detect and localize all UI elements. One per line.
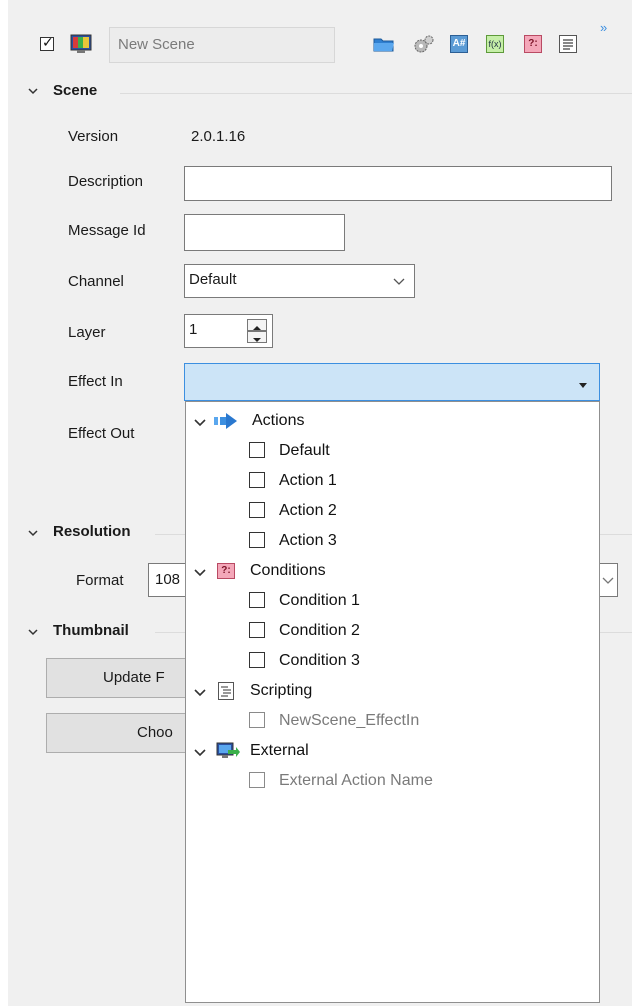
list-item[interactable]: Condition 2 xyxy=(279,616,360,646)
overflow-icon[interactable]: » xyxy=(600,20,607,35)
item-checkbox[interactable] xyxy=(249,592,265,608)
item-checkbox xyxy=(249,712,265,728)
list-item[interactable]: Default xyxy=(279,436,330,466)
resolution-section-header: Resolution xyxy=(53,523,131,540)
format-label: Format xyxy=(76,572,124,589)
effect-in-dropdown-popup[interactable]: Actions Default Action 1 Action 2 Action… xyxy=(185,401,600,1003)
script-icon[interactable] xyxy=(559,35,577,53)
actions-chevron-down-icon[interactable] xyxy=(193,416,207,428)
thumbnail-divider xyxy=(155,632,185,633)
resolution-chevron-down-icon[interactable] xyxy=(26,526,40,540)
scene-divider xyxy=(120,93,632,94)
effect-in-label: Effect In xyxy=(68,373,123,390)
thumbnail-section-header: Thumbnail xyxy=(53,622,129,639)
effect-out-label: Effect Out xyxy=(68,425,135,442)
thumbnail-divider-right xyxy=(600,632,632,633)
scripting-chevron-down-icon[interactable] xyxy=(193,686,207,698)
effect-in-dropdown[interactable] xyxy=(184,363,600,401)
message-id-input[interactable] xyxy=(184,214,345,251)
scene-section-header: Scene xyxy=(53,82,98,99)
version-value: 2.0.1.16 xyxy=(191,128,246,145)
item-checkbox[interactable] xyxy=(249,472,265,488)
dropdown-arrow-icon xyxy=(577,377,589,388)
gear-icon[interactable] xyxy=(412,33,436,55)
layer-increment-button[interactable] xyxy=(247,319,267,331)
group-label: External xyxy=(250,742,309,759)
group-label: Conditions xyxy=(250,562,326,579)
layer-value: 1 xyxy=(189,321,198,338)
resolution-divider xyxy=(155,534,185,535)
update-thumbnail-label: Update F xyxy=(103,669,165,686)
channel-select[interactable]: Default xyxy=(184,264,415,298)
channel-select-value: Default xyxy=(189,271,237,288)
conditions-chevron-down-icon[interactable] xyxy=(193,566,207,578)
window-edge xyxy=(0,0,8,1006)
function-icon[interactable]: f(x) xyxy=(486,35,504,53)
item-checkbox[interactable] xyxy=(249,442,265,458)
scene-chevron-down-icon[interactable] xyxy=(26,84,40,98)
item-checkbox[interactable] xyxy=(249,652,265,668)
group-label: Actions xyxy=(252,412,305,429)
condition-icon: ?: xyxy=(217,563,235,579)
resolution-divider-right xyxy=(600,534,632,535)
format-value: 108 xyxy=(155,571,181,588)
external-chevron-down-icon[interactable] xyxy=(193,746,207,758)
layer-spinner[interactable]: 1 xyxy=(184,314,273,348)
list-item[interactable]: Action 2 xyxy=(279,496,337,526)
layer-decrement-button[interactable] xyxy=(247,331,267,343)
channel-label: Channel xyxy=(68,273,124,290)
message-id-label: Message Id xyxy=(68,222,146,239)
text-field-icon[interactable]: A# xyxy=(450,35,468,53)
item-checkbox[interactable] xyxy=(249,532,265,548)
arrow-icon xyxy=(213,412,241,430)
item-checkbox xyxy=(249,772,265,788)
script-icon xyxy=(218,682,234,700)
list-item[interactable]: Action 1 xyxy=(279,466,337,496)
list-item[interactable]: Action 3 xyxy=(279,526,337,556)
version-label: Version xyxy=(68,128,119,145)
list-item[interactable]: Condition 3 xyxy=(279,646,360,676)
chevron-down-icon xyxy=(392,275,406,287)
condition-icon[interactable]: ?: xyxy=(524,35,542,53)
thumbnail-chevron-down-icon[interactable] xyxy=(26,625,40,639)
layer-label: Layer xyxy=(68,324,106,341)
external-icon xyxy=(216,741,240,761)
group-label: Scripting xyxy=(250,682,313,699)
monitor-icon xyxy=(69,33,93,55)
format-chevron-down-icon xyxy=(601,574,615,586)
item-checkbox[interactable] xyxy=(249,502,265,518)
list-item: NewScene_EffectIn xyxy=(279,712,420,729)
item-checkbox[interactable] xyxy=(249,622,265,638)
choose-thumbnail-label: Choo xyxy=(137,724,173,741)
list-item[interactable]: Condition 1 xyxy=(279,586,360,616)
list-item: External Action Name xyxy=(279,772,433,789)
description-label: Description xyxy=(68,173,144,190)
scene-name-input[interactable]: New Scene xyxy=(109,27,335,63)
scene-visible-checkbox[interactable] xyxy=(40,34,54,51)
folder-icon[interactable] xyxy=(372,33,396,55)
description-input[interactable] xyxy=(184,166,612,201)
